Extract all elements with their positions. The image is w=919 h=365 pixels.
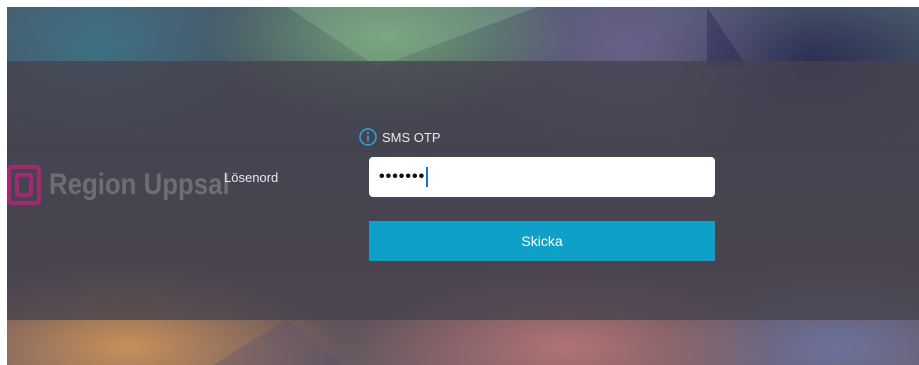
- password-value: •••••••: [379, 168, 426, 185]
- background-facet: [707, 7, 747, 67]
- auth-method-label: SMS OTP: [382, 129, 441, 145]
- password-field[interactable]: •••••••: [369, 157, 715, 197]
- submit-button[interactable]: Skicka: [369, 221, 715, 261]
- password-label: Lösenord: [224, 170, 279, 185]
- auth-method-row: SMS OTP: [359, 128, 441, 146]
- background-facet: [207, 319, 347, 365]
- text-caret: [426, 167, 429, 187]
- background-facet: [287, 7, 537, 67]
- region-logo-icon: [7, 164, 43, 206]
- login-frame: Region Uppsal Lösenord SMS OTP ••••••• S…: [7, 7, 919, 365]
- logo-text: Region Uppsal: [49, 168, 230, 201]
- region-logo: Region Uppsal: [7, 162, 259, 208]
- info-icon[interactable]: [359, 128, 377, 146]
